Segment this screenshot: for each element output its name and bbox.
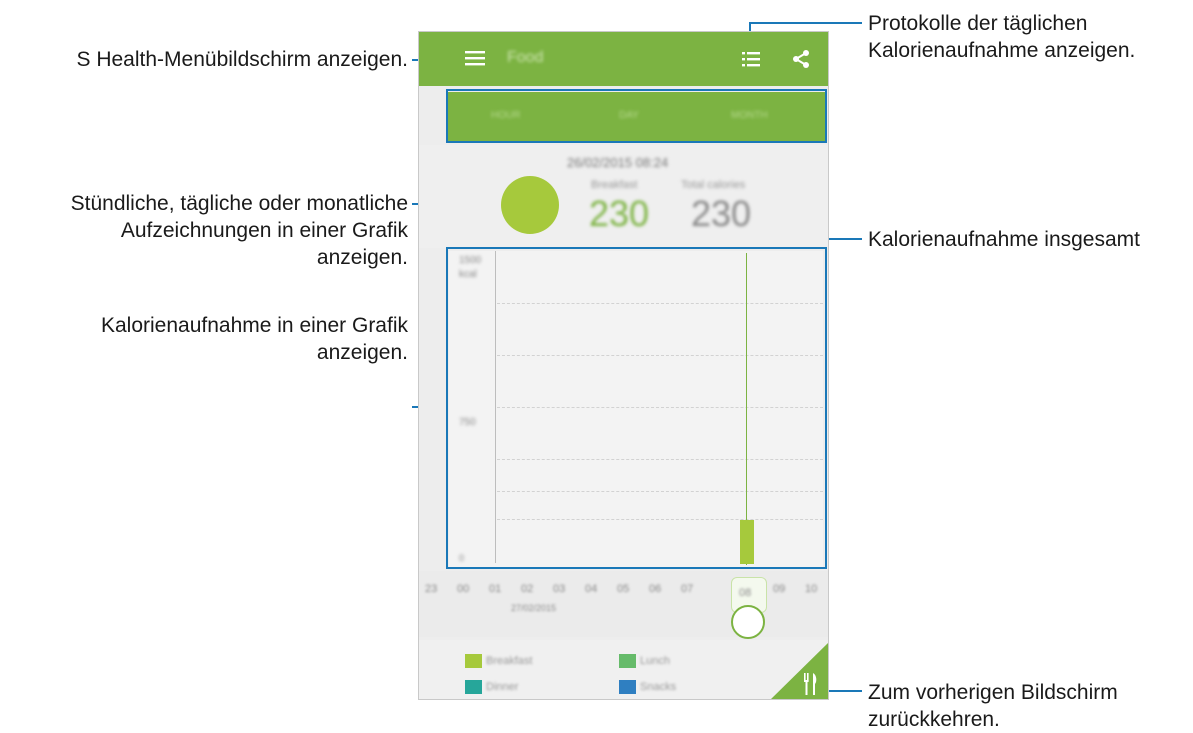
list-icon[interactable] (742, 51, 760, 67)
callout-logs-line2: Kalorienaufnahme anzeigen. (868, 39, 1136, 62)
legend: Breakfast Lunch Dinner Snacks (419, 640, 828, 699)
total-label: Total calories (681, 179, 746, 191)
hour-label: 09 (773, 583, 786, 595)
meal-label: Breakfast (591, 179, 638, 191)
hour-label: 05 (617, 583, 630, 595)
meal-value: 230 (589, 193, 650, 234)
callout-back-line1: Zum vorherigen Bildschirm (868, 681, 1118, 704)
highlight-tabs (446, 89, 827, 143)
app-title: Food (507, 49, 544, 66)
callout-menu: S Health-Menübildschirm anzeigen. (76, 48, 409, 71)
callout-logs-line1: Protokolle der täglichen (868, 12, 1088, 35)
fork-knife-icon (803, 673, 819, 695)
legend-label-breakfast: Breakfast (486, 655, 533, 667)
legend-swatch-snacks (619, 680, 636, 694)
hour-label: 10 (805, 583, 818, 595)
share-icon[interactable] (792, 50, 810, 68)
hour-label: 04 (585, 583, 598, 595)
callout-logs: Protokolle der täglichen Kalorienaufnahm… (868, 10, 1188, 64)
callout-tabs: Stündliche, tägliche oder monatliche Auf… (0, 190, 408, 271)
back-button[interactable] (769, 643, 828, 699)
menu-icon[interactable] (465, 50, 485, 66)
hour-timeline[interactable]: 23 00 01 02 03 04 05 06 07 08 09 10 27/0… (419, 571, 828, 639)
legend-label-lunch: Lunch (640, 655, 670, 667)
date-label: 27/02/2015 (511, 603, 557, 613)
leader-back (827, 690, 862, 692)
hour-label: 00 (457, 583, 470, 595)
total-value: 230 (691, 193, 752, 234)
highlight-graph (446, 247, 827, 569)
leader-logs-h (750, 22, 862, 24)
datetime-label: 26/02/2015 08:24 (567, 155, 669, 170)
hour-label: 02 (521, 583, 534, 595)
callout-tabs-line1: Stündliche, tägliche oder monatliche (70, 192, 408, 215)
callout-back: Zum vorherigen Bildschirm zurückkehren. (868, 679, 1188, 733)
hour-label: 23 (425, 583, 438, 595)
callout-total: Kalorienaufnahme insgesamt (868, 228, 1140, 251)
callout-graph-line2: anzeigen. (316, 341, 408, 364)
selected-hour-label: 08 (739, 587, 752, 599)
callout-graph: Kalorienaufnahme in einer Grafik anzeige… (0, 312, 408, 366)
hour-label: 01 (489, 583, 502, 595)
callout-tabs-line2: Aufzeichnungen in einer Grafik (120, 219, 408, 242)
app-bar: Food (419, 32, 828, 86)
callout-tabs-line3: anzeigen. (316, 246, 408, 269)
scroll-handle[interactable] (731, 605, 765, 639)
legend-swatch-lunch (619, 654, 636, 668)
hour-label: 06 (649, 583, 662, 595)
callout-back-line2: zurückkehren. (868, 708, 1000, 731)
meal-progress-circle (501, 176, 559, 234)
legend-swatch-dinner (465, 680, 482, 694)
legend-label-snacks: Snacks (640, 681, 677, 693)
hour-label: 07 (681, 583, 694, 595)
summary-panel: 26/02/2015 08:24 Breakfast 230 Total cal… (419, 145, 828, 248)
hour-label: 03 (553, 583, 566, 595)
legend-label-dinner: Dinner (486, 681, 519, 693)
legend-swatch-breakfast (465, 654, 482, 668)
callout-graph-line1: Kalorienaufnahme in einer Grafik (100, 314, 408, 337)
